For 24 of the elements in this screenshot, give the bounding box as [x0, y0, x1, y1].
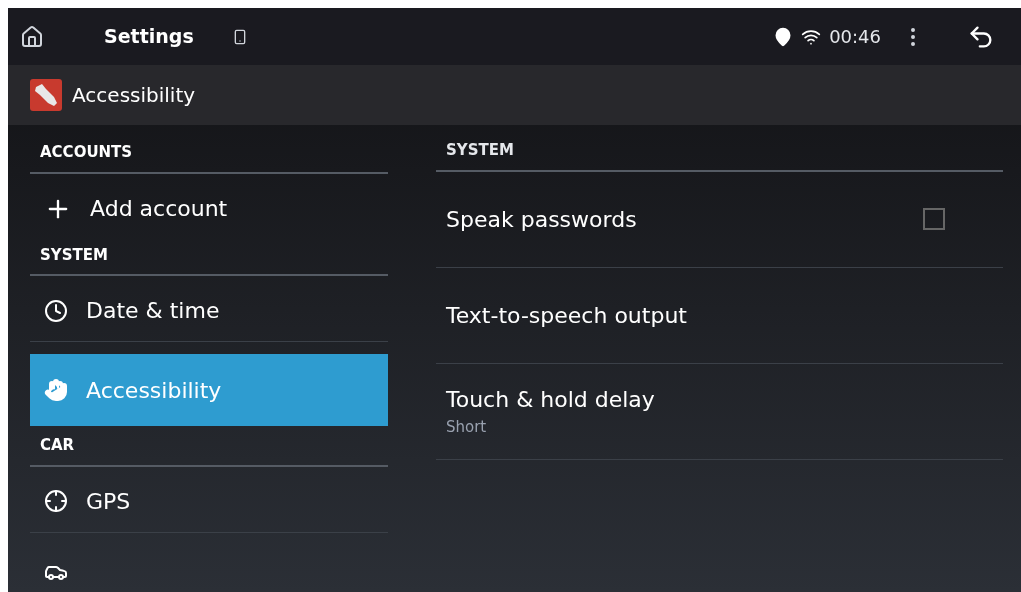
setting-summary: Short [446, 417, 488, 439]
clock-icon [44, 298, 68, 323]
sidebar-item[interactable]: Date & time [30, 280, 388, 342]
home-icon[interactable] [20, 24, 44, 49]
app-title: Settings [104, 24, 194, 50]
setting-title[interactable]: Speak passwords [446, 202, 923, 236]
item-label: Add account [90, 195, 228, 223]
sidebar-item[interactable]: Add account [30, 177, 388, 240]
section-header: SYSTEM [436, 139, 1003, 172]
clock-time: 00:46 [829, 25, 881, 49]
section-header: ACCOUNTS [30, 141, 388, 174]
setting-title[interactable]: Touch & hold delay [446, 383, 993, 417]
wrench-icon [30, 79, 62, 111]
hand-icon [44, 378, 68, 402]
page-title: Accessibility [72, 82, 196, 109]
section-header: CAR [30, 434, 388, 467]
item-label: GPS [86, 487, 131, 516]
setting-title[interactable]: Text-to-speech output [446, 298, 993, 332]
sidebar-item[interactable]: GPS [30, 470, 388, 533]
item-label: Accessibility [86, 376, 222, 405]
crosshair-icon [44, 489, 68, 513]
checkbox[interactable] [923, 208, 945, 230]
section-header: SYSTEM [30, 243, 388, 276]
item-label: Date & time [86, 297, 220, 325]
